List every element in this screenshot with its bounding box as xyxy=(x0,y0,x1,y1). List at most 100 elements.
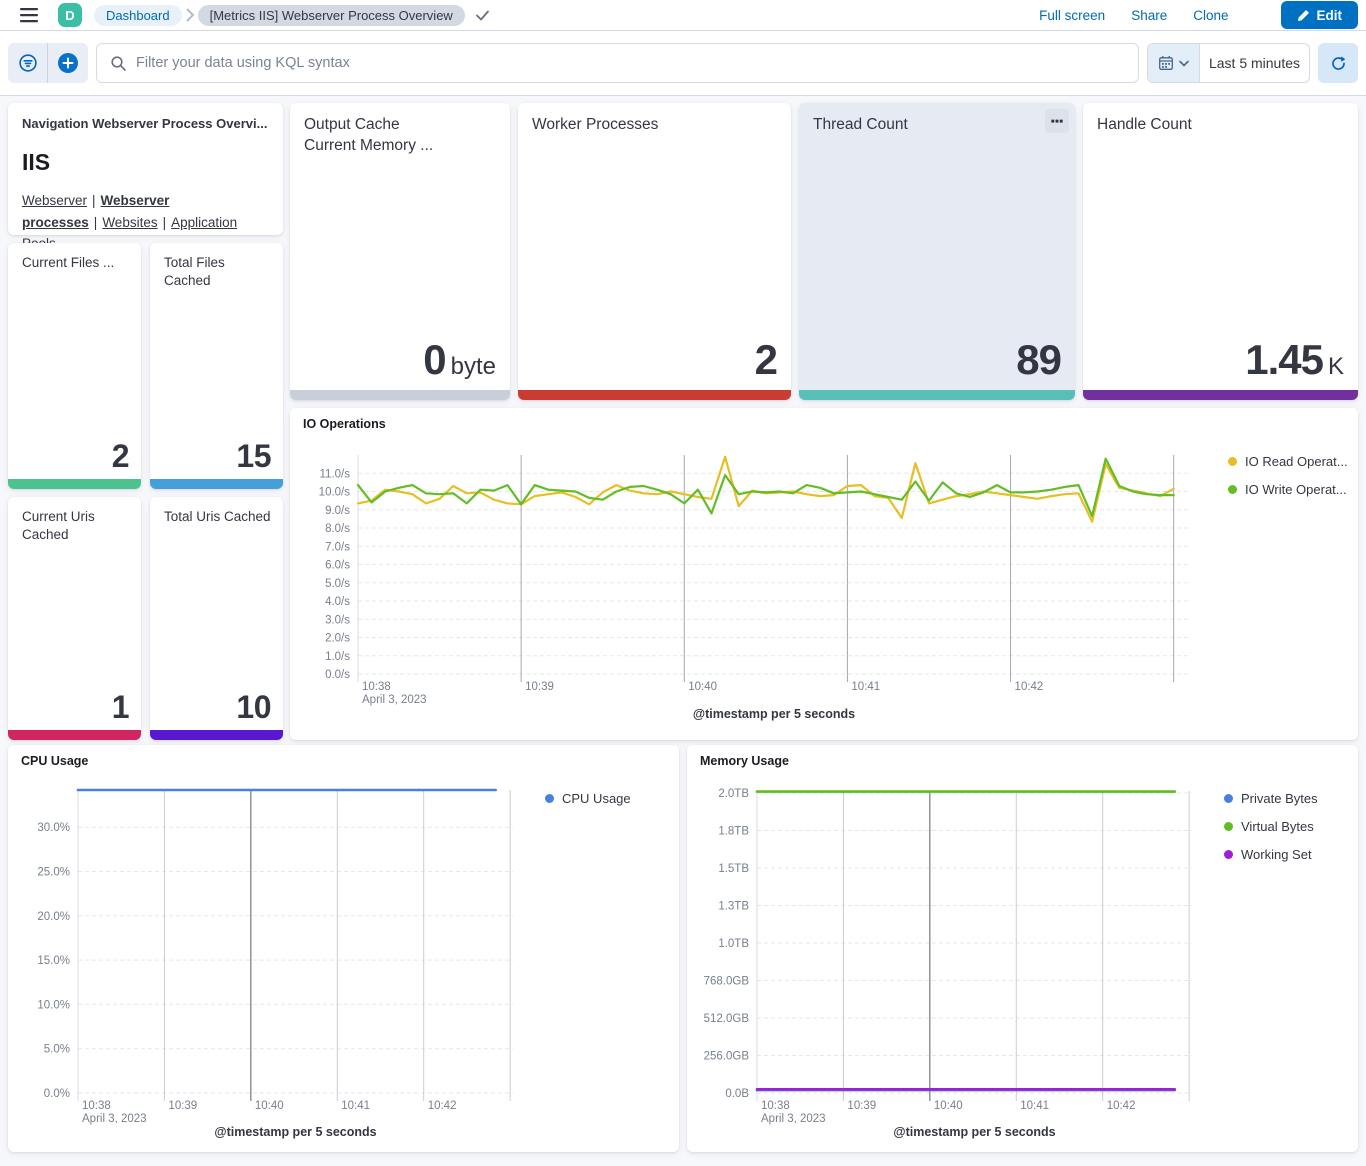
nav-link-websites[interactable]: Websites xyxy=(102,215,157,230)
svg-text:10:42: 10:42 xyxy=(428,1100,457,1112)
legend-dot xyxy=(1224,794,1233,803)
breadcrumb-current[interactable]: [Metrics IIS] Webserver Process Overview xyxy=(198,5,465,26)
full-screen-link[interactable]: Full screen xyxy=(1039,8,1105,23)
legend-item-io-write[interactable]: IO Write Operat... xyxy=(1228,482,1348,497)
time-picker: Last 5 minutes xyxy=(1147,43,1310,83)
add-filter-icon[interactable] xyxy=(48,43,88,83)
svg-text:6.0/s: 6.0/s xyxy=(325,560,350,572)
metric-unit: K xyxy=(1328,353,1344,381)
svg-text:10:39: 10:39 xyxy=(168,1100,197,1112)
svg-text:15.0%: 15.0% xyxy=(37,955,70,967)
legend-dot xyxy=(1224,850,1233,859)
nav-link-webserver[interactable]: Webserver xyxy=(22,193,87,208)
panel-total-uris-cached: Total Uris Cached 10 xyxy=(150,497,283,740)
svg-text:4.0/s: 4.0/s xyxy=(325,596,350,608)
x-axis-label: @timestamp per 5 seconds xyxy=(757,1125,1192,1139)
legend-item-working-set[interactable]: Working Set xyxy=(1224,847,1318,862)
svg-text:1.0TB: 1.0TB xyxy=(718,938,749,950)
svg-text:0.0/s: 0.0/s xyxy=(325,669,350,681)
chart-legend: Private Bytes Virtual Bytes Working Set xyxy=(1224,791,1318,862)
svg-text:0.0B: 0.0B xyxy=(725,1088,749,1100)
svg-text:30.0%: 30.0% xyxy=(37,822,70,834)
svg-text:10:42: 10:42 xyxy=(1107,1100,1136,1112)
panel-options-icon[interactable] xyxy=(1045,109,1069,133)
legend-item-virtual-bytes[interactable]: Virtual Bytes xyxy=(1224,819,1318,834)
svg-text:7.0/s: 7.0/s xyxy=(325,541,350,553)
svg-text:10:40: 10:40 xyxy=(934,1100,963,1112)
refresh-icon[interactable] xyxy=(1318,43,1358,83)
legend-dot xyxy=(545,794,554,803)
metric-accent-bar xyxy=(150,730,283,740)
svg-text:10.0/s: 10.0/s xyxy=(319,487,351,499)
chart-legend: IO Read Operat... IO Write Operat... xyxy=(1228,454,1348,497)
svg-text:10:38: 10:38 xyxy=(82,1100,111,1112)
breadcrumb: Dashboard [Metrics IIS] Webserver Proces… xyxy=(94,5,490,26)
breadcrumb-dashboard[interactable]: Dashboard xyxy=(94,5,182,26)
svg-text:5.0%: 5.0% xyxy=(44,1044,70,1056)
svg-text:1.3TB: 1.3TB xyxy=(718,901,749,913)
metric-value: 15 xyxy=(236,438,271,475)
legend-item-private-bytes[interactable]: Private Bytes xyxy=(1224,791,1318,806)
panel-navigation: Navigation Webserver Process Overvi... I… xyxy=(8,103,283,235)
time-range-value[interactable]: Last 5 minutes xyxy=(1200,44,1309,82)
menu-icon[interactable] xyxy=(14,1,44,29)
svg-text:10:40: 10:40 xyxy=(255,1100,284,1112)
svg-text:10:38: 10:38 xyxy=(362,681,391,693)
query-toolbar: Last 5 minutes xyxy=(0,31,1366,96)
svg-text:10.0%: 10.0% xyxy=(37,999,70,1011)
metric-accent-bar xyxy=(290,390,510,400)
svg-text:5.0/s: 5.0/s xyxy=(325,578,350,590)
svg-text:10:38: 10:38 xyxy=(761,1100,790,1112)
kql-search-input[interactable] xyxy=(136,55,1138,71)
search-icon xyxy=(110,55,127,72)
metric-value: 1.45 xyxy=(1245,336,1323,384)
panel-worker-processes: Worker Processes 2 xyxy=(518,103,791,400)
legend-item-cpu-usage[interactable]: CPU Usage xyxy=(545,791,631,806)
legend-item-io-read[interactable]: IO Read Operat... xyxy=(1228,454,1348,469)
svg-text:10:42: 10:42 xyxy=(1015,681,1044,693)
legend-dot xyxy=(1228,485,1237,494)
kibana-dashboard-app: D Dashboard [Metrics IIS] Webserver Proc… xyxy=(0,0,1366,1166)
metric-value: 89 xyxy=(1016,336,1061,384)
svg-text:10:39: 10:39 xyxy=(525,681,554,693)
kql-search-box xyxy=(96,43,1139,83)
panel-current-uris-cached: Current Uris Cached 1 xyxy=(8,497,141,740)
breadcrumb-separator-icon xyxy=(185,8,195,22)
io-operations-chart[interactable]: 0.0/s1.0/s2.0/s3.0/s4.0/s5.0/s6.0/s7.0/s… xyxy=(290,408,1358,740)
panel-output-cache-memory: Output Cache Current Memory ... 0byte xyxy=(290,103,510,400)
calendar-icon[interactable] xyxy=(1148,44,1200,82)
svg-text:20.0%: 20.0% xyxy=(37,911,70,923)
panel-title: Navigation Webserver Process Overvi... xyxy=(22,116,269,131)
metric-value: 2 xyxy=(112,438,129,475)
panel-handle-count: Handle Count 1.45K xyxy=(1083,103,1358,400)
metric-value: 2 xyxy=(755,336,777,384)
svg-text:1.0/s: 1.0/s xyxy=(325,651,350,663)
saved-query-icon[interactable] xyxy=(8,43,48,83)
svg-text:2.0/s: 2.0/s xyxy=(325,633,350,645)
dashboard-grid: Navigation Webserver Process Overvi... I… xyxy=(0,96,1366,1166)
metric-accent-bar xyxy=(799,390,1075,400)
panel-io-operations: IO Operations 0.0/s1.0/s2.0/s3.0/s4.0/s5… xyxy=(290,408,1358,740)
svg-text:April 3, 2023: April 3, 2023 xyxy=(362,694,427,706)
edit-button[interactable]: Edit xyxy=(1281,1,1359,29)
share-link[interactable]: Share xyxy=(1131,8,1167,23)
svg-text:1.5TB: 1.5TB xyxy=(718,863,749,875)
metric-unit: byte xyxy=(451,353,496,381)
space-avatar[interactable]: D xyxy=(58,3,82,27)
svg-text:8.0/s: 8.0/s xyxy=(325,523,350,535)
svg-text:9.0/s: 9.0/s xyxy=(325,505,350,517)
svg-text:768.0GB: 768.0GB xyxy=(704,976,750,988)
filter-controls xyxy=(8,43,88,83)
chevron-down-icon xyxy=(1179,60,1189,67)
svg-text:10:41: 10:41 xyxy=(851,681,880,693)
svg-text:10:39: 10:39 xyxy=(847,1100,876,1112)
clone-link[interactable]: Clone xyxy=(1193,8,1228,23)
x-axis-label: @timestamp per 5 seconds xyxy=(78,1125,513,1139)
check-icon[interactable] xyxy=(475,9,490,22)
svg-text:April 3, 2023: April 3, 2023 xyxy=(761,1113,826,1125)
svg-text:512.0GB: 512.0GB xyxy=(704,1013,750,1025)
panel-total-files-cached: Total Files Cached 15 xyxy=(150,243,283,489)
cpu-usage-chart[interactable]: 0.0%5.0%10.0%15.0%20.0%25.0%30.0%10:38Ap… xyxy=(8,745,679,1152)
nav-heading: IIS xyxy=(22,149,269,176)
svg-text:10:41: 10:41 xyxy=(341,1100,370,1112)
